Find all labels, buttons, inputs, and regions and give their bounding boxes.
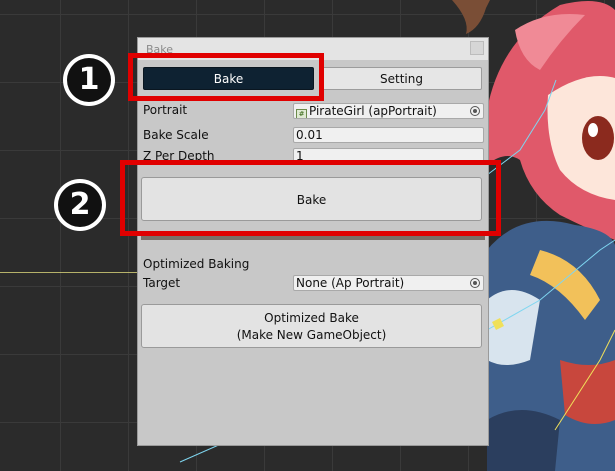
callout-box-2 bbox=[120, 160, 501, 236]
optimized-bake-line2: (Make New GameObject) bbox=[236, 328, 387, 342]
callout-box-1 bbox=[128, 53, 324, 101]
step-badge-2: 2 bbox=[54, 179, 106, 231]
character-skirt bbox=[487, 410, 560, 471]
target-value: None (Ap Portrait) bbox=[296, 276, 405, 290]
scene-view[interactable]: Bake Bake Setting Portrait # PirateGirl (… bbox=[0, 0, 615, 471]
object-picker-icon[interactable] bbox=[470, 106, 480, 116]
character-eye-highlight bbox=[588, 123, 598, 137]
bake-scale-input[interactable]: 0.01 bbox=[293, 127, 484, 143]
target-field[interactable]: None (Ap Portrait) bbox=[293, 275, 484, 291]
section-divider bbox=[141, 236, 485, 240]
tab-setting[interactable]: Setting bbox=[321, 67, 482, 90]
portrait-value: PirateGirl (apPortrait) bbox=[309, 104, 437, 118]
bake-scale-label: Bake Scale bbox=[143, 128, 209, 142]
character-sash bbox=[560, 360, 615, 424]
optimized-bake-button[interactable]: Optimized Bake (Make New GameObject) bbox=[141, 304, 482, 348]
character-horn bbox=[452, 0, 490, 34]
portrait-field[interactable]: # PirateGirl (apPortrait) bbox=[293, 103, 484, 119]
target-label: Target bbox=[143, 276, 181, 290]
gameobject-icon: # bbox=[296, 109, 307, 118]
optimized-baking-label: Optimized Baking bbox=[143, 257, 250, 271]
character-eye bbox=[582, 116, 614, 160]
step-badge-2-number: 2 bbox=[58, 183, 102, 227]
step-badge-1: 1 bbox=[63, 54, 115, 106]
object-picker-icon[interactable] bbox=[470, 278, 480, 288]
portrait-label: Portrait bbox=[143, 103, 188, 117]
window-menu-button[interactable] bbox=[470, 41, 484, 55]
optimized-bake-line1: Optimized Bake bbox=[264, 311, 359, 325]
step-badge-1-number: 1 bbox=[67, 58, 111, 102]
